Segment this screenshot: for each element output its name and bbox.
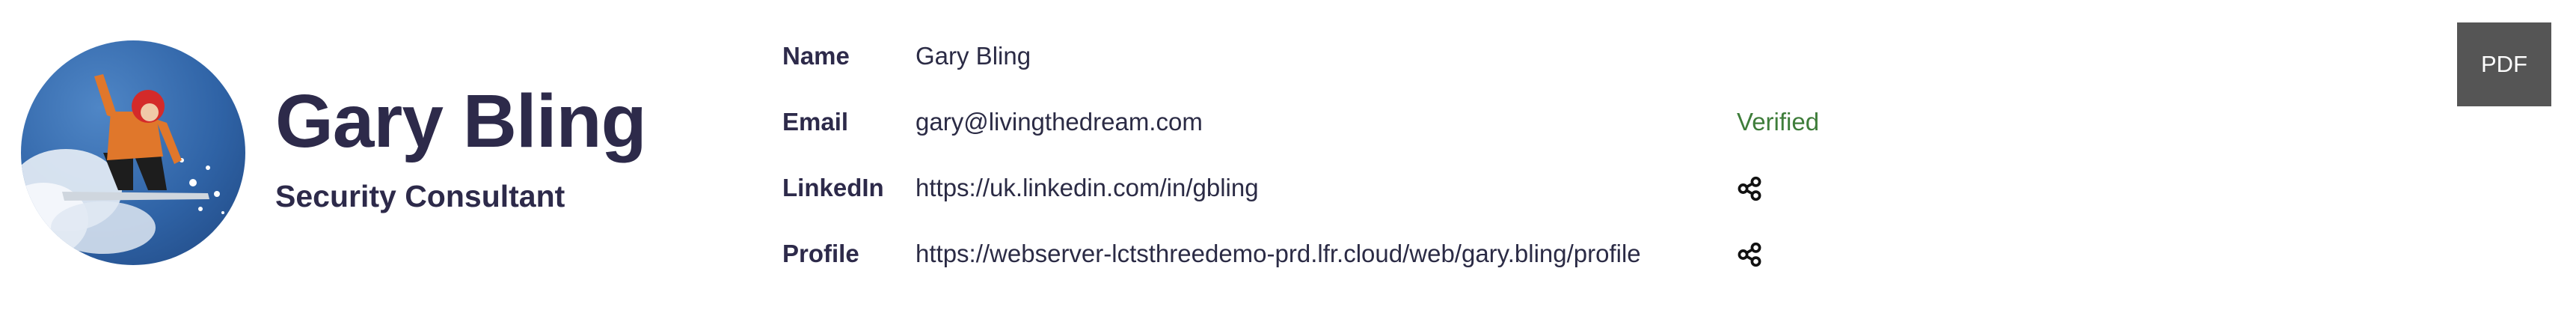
field-value: Gary Bling (916, 42, 1031, 70)
profile-name: Gary Bling (275, 79, 647, 163)
linkedin-url: https://uk.linkedin.com/in/gbling (916, 174, 1259, 201)
field-label: Name (782, 42, 850, 70)
share-icon[interactable] (1737, 242, 1762, 267)
profile-url: https://webserver-lctsthreedemo-prd.lfr.… (916, 240, 1641, 267)
share-icon[interactable] (1737, 176, 1762, 201)
avatar (21, 40, 245, 265)
job-title: Security Consultant (275, 179, 565, 213)
field-label: Email (782, 108, 849, 136)
snowboarder-photo-icon (21, 40, 245, 265)
profile-header: Gary Bling Security Consultant (275, 79, 647, 213)
field-label: Profile (782, 240, 859, 267)
pdf-button[interactable]: PDF (2457, 22, 2551, 106)
verified-badge: Verified (1737, 108, 1820, 136)
email-value: gary@livingthedream.com (916, 108, 1203, 136)
field-label: LinkedIn (782, 174, 884, 201)
